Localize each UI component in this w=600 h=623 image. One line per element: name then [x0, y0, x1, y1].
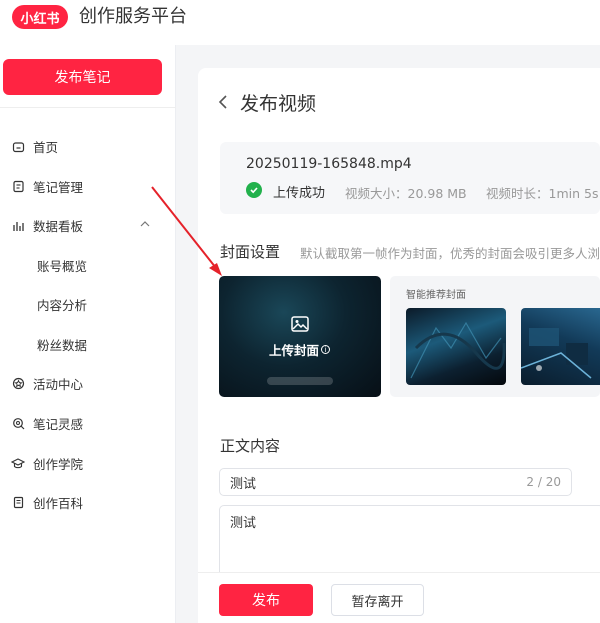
book-icon [11, 495, 25, 509]
sidebar-item-label: 笔记灵感 [33, 416, 84, 432]
uploaded-file-info: 20250119-165848.mp4 上传成功 视频大小：20.98 MB 视… [220, 142, 600, 214]
publish-note-button[interactable]: 发布笔记 [3, 59, 162, 95]
bar-chart-icon [11, 218, 25, 232]
chevron-up-icon[interactable] [139, 218, 151, 233]
home-icon [11, 139, 25, 153]
upload-cover-text: 上传封面 [269, 343, 320, 358]
page-title: 发布视频 [240, 93, 317, 115]
sidebar-item-note-manage[interactable]: 笔记管理 [0, 172, 176, 200]
title-char-counter: 2 / 20 [526, 475, 561, 489]
sidebar-item-activity-center[interactable]: 活动中心 [0, 369, 176, 397]
xiaohongshu-logo[interactable]: 小红书 [12, 5, 68, 29]
check-circle-icon [246, 182, 262, 198]
image-icon [291, 316, 309, 336]
publish-video-card: 发布视频 20250119-165848.mp4 上传成功 视频大小：20.98… [198, 68, 600, 623]
sidebar-item-creator-academy[interactable]: 创作学院 [0, 449, 176, 477]
publish-button[interactable]: 发布 [219, 584, 313, 616]
cap-icon [11, 456, 25, 470]
activity-icon [11, 376, 25, 390]
sidebar-item-label: 粉丝数据 [37, 337, 88, 353]
title-input[interactable]: 测试 2 / 20 [219, 468, 572, 496]
cover-thumbnail[interactable] [521, 308, 600, 385]
video-duration: 视频时长：1min 5s [486, 186, 599, 201]
smart-cover-panel: 智能推荐封面 [390, 276, 600, 397]
bulb-icon [11, 416, 25, 430]
smart-cover-label: 智能推荐封面 [406, 290, 466, 301]
upload-cover-button[interactable]: 上传封面 i [219, 276, 381, 397]
title-input-value: 测试 [230, 476, 257, 492]
file-name: 20250119-165848.mp4 [246, 156, 412, 172]
cover-thumbnail[interactable] [406, 308, 506, 385]
sidebar-item-note-inspiration[interactable]: 笔记灵感 [0, 409, 176, 437]
blurred-caption [267, 377, 333, 385]
upload-status: 上传成功 [273, 186, 326, 201]
sidebar-item-fans-data[interactable]: 粉丝数据 [0, 330, 176, 358]
top-header: 小红书 创作服务平台 [0, 0, 600, 45]
sidebar-item-home[interactable]: 首页 [0, 132, 176, 160]
body-textarea-value: 测试 [230, 516, 257, 531]
sidebar-divider [0, 107, 176, 108]
info-icon[interactable]: i [321, 345, 331, 354]
video-size: 视频大小：20.98 MB [345, 186, 467, 201]
cover-settings-label: 封面设置 [220, 243, 281, 261]
sidebar-item-account-overview[interactable]: 账号概览 [0, 251, 176, 279]
action-footer: 发布 暂存离开 [198, 572, 600, 623]
sidebar-item-label: 首页 [33, 139, 59, 155]
app-title: 创作服务平台 [79, 6, 187, 27]
save-draft-button[interactable]: 暂存离开 [331, 584, 424, 616]
sidebar-item-label: 内容分析 [37, 297, 88, 313]
sidebar-item-label: 活动中心 [33, 376, 84, 392]
content-label: 正文内容 [220, 437, 281, 455]
sidebar-item-data-board[interactable]: 数据看板 [0, 211, 176, 239]
sidebar-item-creator-wiki[interactable]: 创作百科 [0, 488, 176, 516]
sidebar-item-label: 笔记管理 [33, 179, 84, 195]
sidebar: 发布笔记 首页 笔记管理 数据看板 账号概览 内容分析 粉丝数据 活动中心 笔记… [0, 45, 176, 623]
sidebar-item-label: 数据看板 [33, 218, 84, 234]
sidebar-item-content-analysis[interactable]: 内容分析 [0, 290, 176, 318]
sidebar-item-label: 账号概览 [37, 258, 88, 274]
back-arrow-icon[interactable] [218, 94, 228, 110]
sidebar-item-label: 创作百科 [33, 495, 84, 511]
upload-cover-label: 上传封面 i [269, 340, 331, 359]
cover-hint: 默认截取第一帧作为封面，优秀的封面会吸引更多人浏览 [300, 246, 600, 261]
note-icon [11, 179, 25, 193]
sidebar-item-label: 创作学院 [33, 456, 84, 472]
